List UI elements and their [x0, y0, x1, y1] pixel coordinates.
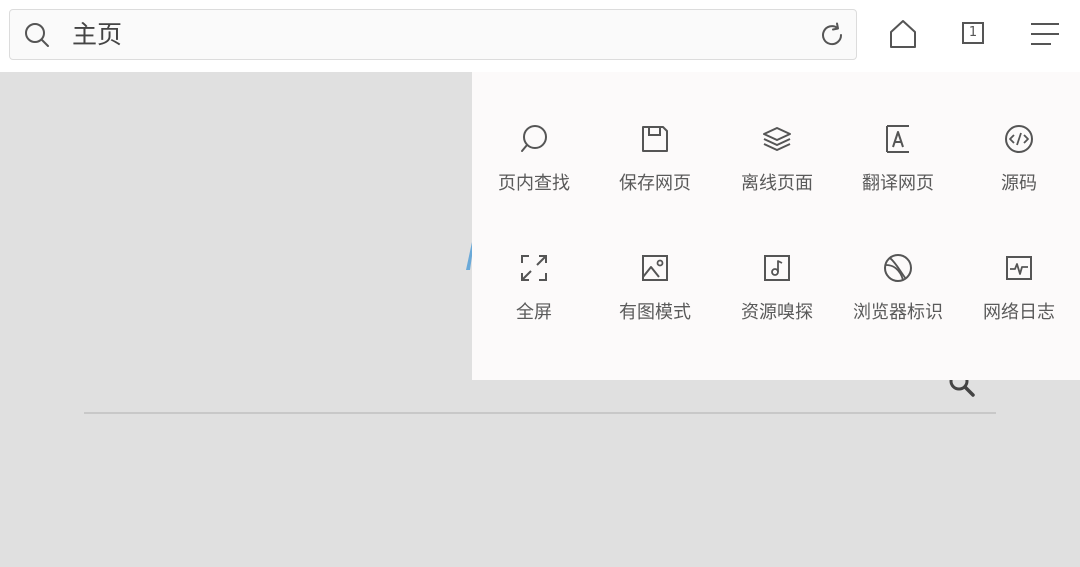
overflow-menu-panel: 页内查找 保存网页 离线页面 翻译网页 源码 全屏 有图模式 资源嗅探 浏览器标… [472, 72, 1080, 380]
network-log-icon [1006, 256, 1032, 280]
menu-item-offline-pages[interactable]: 离线页面 [716, 124, 836, 234]
menu-item-save-page[interactable]: 保存网页 [594, 124, 714, 234]
menu-item-label: 有图模式 [619, 302, 691, 323]
menu-item-label: 网络日志 [983, 302, 1055, 323]
image-icon [642, 255, 668, 281]
menu-item-label: 全屏 [516, 302, 552, 323]
menu-item-image-mode[interactable]: 有图模式 [594, 253, 714, 363]
search-icon [25, 23, 49, 47]
top-toolbar: 主页 1 [0, 0, 1080, 72]
menu-item-label: 资源嗅探 [741, 302, 813, 323]
menu-item-resource-sniffer[interactable]: 资源嗅探 [716, 253, 836, 363]
menu-item-fullscreen[interactable]: 全屏 [473, 253, 593, 363]
globe-icon [884, 254, 912, 282]
menu-item-label: 源码 [1001, 173, 1037, 194]
hamburger-menu-icon[interactable] [1029, 18, 1061, 50]
tab-count-button[interactable]: 1 [962, 22, 984, 44]
menu-item-label: 保存网页 [619, 173, 691, 194]
menu-item-translate[interactable]: 翻译网页 [837, 124, 957, 234]
menu-item-label: 页内查找 [498, 173, 570, 194]
music-file-icon [764, 255, 790, 281]
save-icon [642, 126, 668, 152]
menu-item-label: 浏览器标识 [853, 302, 943, 323]
menu-item-user-agent[interactable]: 浏览器标识 [837, 253, 957, 363]
find-in-page-icon [521, 125, 547, 152]
menu-item-source-code[interactable]: 源码 [958, 124, 1078, 234]
home-icon[interactable] [887, 18, 919, 50]
address-text: 主页 [72, 20, 123, 49]
menu-item-label: 翻译网页 [862, 173, 934, 194]
search-underline [84, 412, 996, 414]
code-icon [1005, 125, 1033, 153]
menu-item-label: 离线页面 [741, 173, 813, 194]
address-bar[interactable]: 主页 [9, 9, 857, 60]
fullscreen-icon [521, 255, 547, 281]
reload-icon[interactable] [818, 21, 846, 49]
layers-icon [763, 127, 791, 151]
menu-item-find-in-page[interactable]: 页内查找 [473, 124, 593, 234]
menu-item-network-log[interactable]: 网络日志 [958, 253, 1078, 363]
translate-icon [886, 125, 909, 153]
